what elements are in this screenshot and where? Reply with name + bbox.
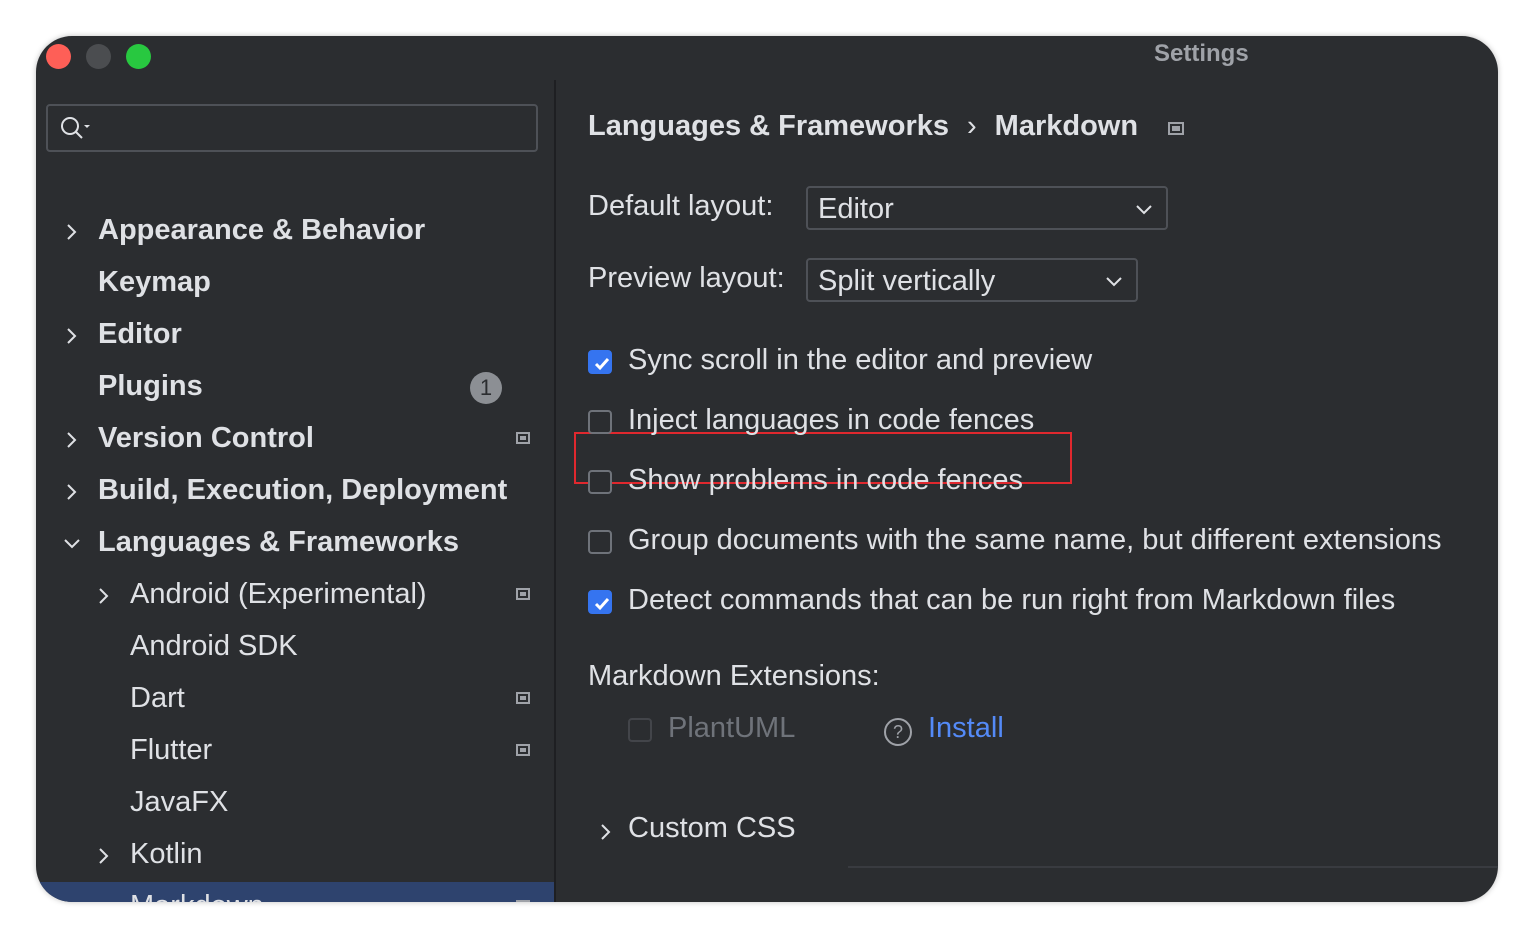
chevron-down-icon [1136,205,1152,215]
project-level-icon [1168,122,1184,135]
sidebar-item-label: Languages & Frameworks [98,526,459,558]
show-problems-label: Show problems in code fences [628,464,1023,496]
sidebar-item-flutter[interactable]: Flutter [36,726,554,778]
breadcrumb-separator: › [967,110,977,142]
sidebar-item-label: Kotlin [130,838,203,870]
chevron-right-icon [99,588,109,604]
default-layout-label: Default layout: [588,190,774,222]
breadcrumb-parent[interactable]: Languages & Frameworks [588,110,949,142]
window-title: Settings [1154,40,1249,67]
close-window-button[interactable] [46,44,71,69]
project-level-icon [516,744,530,756]
sidebar-item-keymap[interactable]: Keymap [36,258,554,310]
sidebar-item-appearance-behavior[interactable]: Appearance & Behavior [36,206,554,258]
sidebar-item-label: Keymap [98,266,211,298]
default-layout-value: Editor [818,193,894,225]
custom-css-label: Custom CSS [628,812,796,844]
sync-scroll-label: Sync scroll in the editor and preview [628,344,1093,376]
breadcrumb: Languages & Frameworks › Markdown [588,110,1138,143]
sidebar-item-label: Editor [98,318,182,350]
sidebar-item-kotlin[interactable]: Kotlin [36,830,554,882]
project-level-icon [516,900,530,902]
inject-languages-checkbox[interactable] [588,410,612,434]
chevron-right-icon [601,824,611,840]
sidebar-item-editor[interactable]: Editor [36,310,554,362]
project-level-icon [516,432,530,444]
sidebar-item-label: Version Control [98,422,314,454]
chevron-right-icon [67,484,77,500]
detect-commands-label: Detect commands that can be run right fr… [628,584,1396,616]
help-icon[interactable]: ? [884,718,912,746]
sidebar-item-android-sdk[interactable]: Android SDK [36,622,554,674]
sidebar-item-label: Appearance & Behavior [98,214,426,246]
sidebar-item-languages-frameworks[interactable]: Languages & Frameworks [36,518,554,570]
sidebar-item-markdown[interactable]: Markdown [36,882,554,902]
sidebar-item-label: Build, Execution, Deployment [98,474,508,506]
settings-window: Settings Appearance & Behavior Keymap Ed… [36,36,1498,902]
chevron-right-icon [67,328,77,344]
sidebar-item-label: JavaFX [130,786,229,818]
sidebar-item-plugins[interactable]: Plugins 1 [36,362,554,414]
settings-content: Languages & Frameworks › Markdown Default … [556,80,1498,902]
install-plantuml-link[interactable]: Install [928,712,1004,745]
preview-layout-dropdown[interactable]: Split vertically [806,258,1138,302]
detect-commands-checkbox[interactable] [588,590,612,614]
sync-scroll-checkbox[interactable] [588,350,612,374]
sidebar-item-label: Flutter [130,734,213,766]
sidebar-item-version-control[interactable]: Version Control [36,414,554,466]
plantuml-label: PlantUML [668,712,796,744]
sidebar-item-android-experimental[interactable]: Android (Experimental) [36,570,554,622]
markdown-extensions-heading: Markdown Extensions: [588,660,880,692]
group-documents-checkbox[interactable] [588,530,612,554]
plantuml-checkbox [628,718,652,742]
show-problems-checkbox[interactable] [588,470,612,494]
chevron-down-icon [1106,277,1122,287]
title-bar: Settings [36,36,1498,80]
zoom-window-button[interactable] [126,44,151,69]
checkmark-icon [594,598,610,611]
preview-layout-label: Preview layout: [588,262,785,294]
sidebar-item-label: Android SDK [130,630,298,662]
chevron-right-icon [67,432,77,448]
default-layout-dropdown[interactable]: Editor [806,186,1168,230]
chevron-down-icon [64,539,80,549]
project-level-icon [516,692,530,704]
sidebar-item-dart[interactable]: Dart [36,674,554,726]
minimize-window-button[interactable] [86,44,111,69]
sidebar-item-label: Plugins [98,370,203,402]
chevron-right-icon [99,848,109,864]
custom-css-section-toggle[interactable]: Custom CSS [596,810,836,854]
sidebar-item-label: Android (Experimental) [130,578,427,610]
project-level-icon [516,588,530,600]
section-separator [848,866,1498,868]
sidebar-item-label: Markdown [130,890,264,902]
checkmark-icon [594,358,610,371]
search-input[interactable] [46,104,538,152]
inject-languages-label: Inject languages in code fences [628,404,1035,436]
sidebar-item-label: Dart [130,682,185,714]
group-documents-label: Group documents with the same name, but … [628,524,1442,556]
preview-layout-value: Split vertically [818,265,996,297]
breadcrumb-current: Markdown [994,110,1139,142]
chevron-right-icon [67,224,77,240]
settings-sidebar: Appearance & Behavior Keymap Editor Plug… [36,80,554,902]
updates-count-badge: 1 [470,372,502,404]
sidebar-item-javafx[interactable]: JavaFX [36,778,554,830]
sidebar-item-build-execution-deployment[interactable]: Build, Execution, Deployment [36,466,554,518]
search-icon [61,117,90,139]
